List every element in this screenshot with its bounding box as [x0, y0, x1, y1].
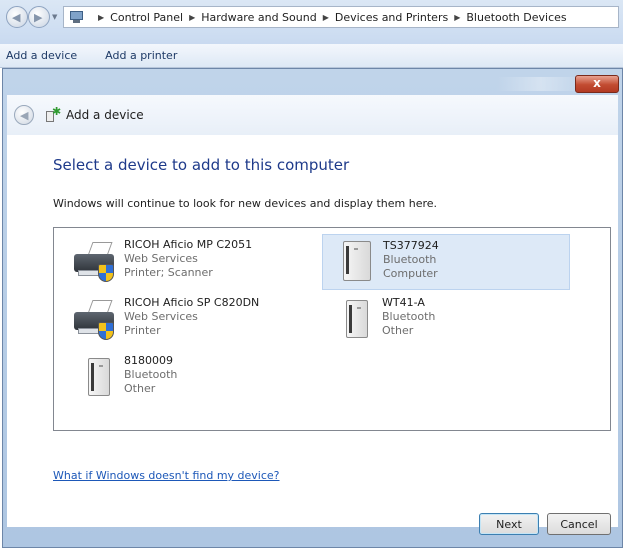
control-panel-icon	[68, 10, 86, 24]
device-category: Printer; Scanner	[124, 266, 213, 279]
add-device-icon: ✱	[44, 105, 61, 123]
device-tile[interactable]: 8180009 Bluetooth Other	[64, 350, 312, 406]
add-device-command[interactable]: Add a device	[6, 49, 77, 62]
breadcrumb-separator-icon: ▶	[98, 12, 105, 22]
close-icon: x	[593, 76, 601, 90]
breadcrumb-separator-icon: ▶	[454, 12, 461, 22]
printer-icon	[64, 292, 124, 348]
device-category: Other	[124, 382, 156, 395]
device-icon	[322, 292, 382, 348]
wizard-header: ◀ ✱ Add a device	[7, 95, 618, 135]
wizard-back-button[interactable]: ◀	[14, 105, 34, 125]
breadcrumb-bluetooth-devices[interactable]: Bluetooth Devices	[466, 11, 566, 24]
wizard-footer: Next Cancel	[7, 513, 618, 545]
back-button[interactable]: ◀	[6, 6, 28, 28]
breadcrumb-control-panel[interactable]: Control Panel	[110, 11, 183, 24]
breadcrumb-separator-icon: ▶	[322, 12, 329, 22]
cancel-button[interactable]: Cancel	[547, 513, 611, 535]
device-connection: Bluetooth	[124, 368, 178, 381]
instruction-text: Windows will continue to look for new de…	[53, 197, 438, 210]
arrow-left-icon: ◀	[12, 11, 21, 24]
explorer-toolbar: ◀ ▶ ▼ ▶ Control Panel ▶ Hardware and Sou…	[0, 0, 623, 44]
device-connection: Web Services	[124, 310, 198, 323]
wizard-content: Select a device to add to this computer …	[7, 135, 618, 527]
arrow-right-icon: ▶	[34, 11, 43, 24]
printer-icon	[64, 234, 124, 290]
device-category: Printer	[124, 324, 161, 337]
address-bar[interactable]: ▶ Control Panel ▶ Hardware and Sound ▶ D…	[63, 6, 619, 28]
close-button[interactable]: x	[575, 75, 619, 93]
device-category: Computer	[383, 267, 438, 280]
help-link[interactable]: What if Windows doesn't find my device?	[53, 469, 280, 482]
device-list[interactable]: RICOH Aficio MP C2051 Web Services Print…	[53, 227, 611, 431]
breadcrumb-devices-and-printers[interactable]: Devices and Printers	[335, 11, 448, 24]
breadcrumb-separator-icon: ▶	[189, 12, 196, 22]
forward-button[interactable]: ▶	[28, 6, 50, 28]
title-bar-glow	[496, 77, 586, 91]
device-connection: Bluetooth	[383, 253, 437, 266]
device-tile[interactable]: RICOH Aficio SP C820DN Web Services Prin…	[64, 292, 312, 348]
add-device-dialog: x ◀ ✱ Add a device Select a device to ad…	[2, 68, 623, 548]
device-icon	[323, 235, 383, 291]
device-name: 8180009	[124, 354, 173, 367]
arrow-left-icon: ◀	[20, 109, 29, 122]
page-title: Select a device to add to this computer	[53, 156, 350, 174]
device-connection: Web Services	[124, 252, 198, 265]
device-tile-selected[interactable]: TS377924 Bluetooth Computer	[322, 234, 570, 290]
recent-pages-chevron-icon[interactable]: ▼	[52, 13, 57, 21]
next-button[interactable]: Next	[479, 513, 539, 535]
device-tile[interactable]: RICOH Aficio MP C2051 Web Services Print…	[64, 234, 312, 290]
device-name: TS377924	[383, 239, 439, 252]
device-name: WT41-A	[382, 296, 425, 309]
add-printer-command[interactable]: Add a printer	[105, 49, 177, 62]
device-category: Other	[382, 324, 414, 337]
device-icon	[64, 350, 124, 406]
device-name: RICOH Aficio MP C2051	[124, 238, 253, 251]
device-tile[interactable]: WT41-A Bluetooth Other	[322, 292, 570, 348]
device-connection: Bluetooth	[382, 310, 436, 323]
command-bar: Add a device Add a printer	[0, 44, 623, 68]
device-name: RICOH Aficio SP C820DN	[124, 296, 260, 309]
wizard-title: Add a device	[66, 108, 144, 122]
breadcrumb-hardware-and-sound[interactable]: Hardware and Sound	[201, 11, 316, 24]
